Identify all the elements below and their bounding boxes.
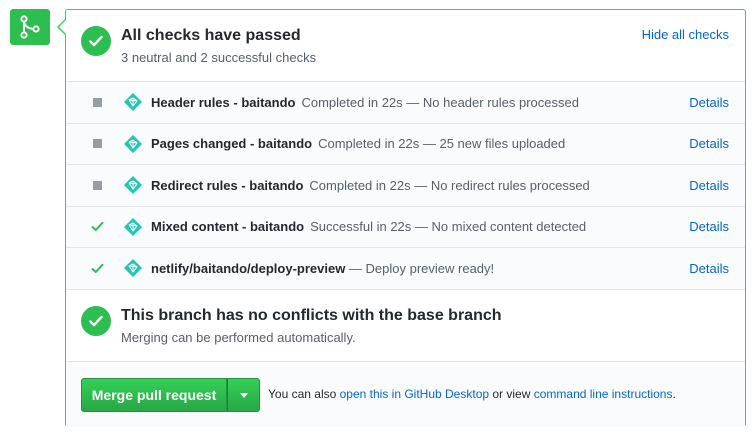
check-row: Redirect rules - baitando Completed in 22…: [66, 165, 745, 207]
details-link[interactable]: Details: [689, 95, 729, 110]
checks-subtitle: 3 neutral and 2 successful checks: [121, 50, 317, 65]
check-description: Completed in 22s — No redirect rules pro…: [309, 177, 590, 193]
neutral-square-icon: [90, 82, 104, 123]
check-text: Redirect rules - baitando Completed in 22…: [151, 178, 590, 193]
merge-note-suffix: .: [672, 387, 676, 401]
neutral-square-icon: [90, 165, 104, 206]
merge-actions: Merge pull request You can also open thi…: [66, 361, 745, 427]
check-name: Mixed content - baitando: [151, 219, 305, 235]
check-row: Pages changed - baitando Completed in 22s…: [66, 123, 745, 165]
check-description: Completed in 22s — No header rules proce…: [301, 94, 579, 110]
check-name: netlify/baitando/deploy-preview: [151, 260, 346, 276]
netlify-logo-icon: [123, 248, 143, 289]
merge-status-panel: All checks have passed 3 neutral and 2 s…: [65, 9, 746, 427]
check-row: netlify/baitando/deploy-preview — Deploy…: [66, 248, 745, 290]
hide-all-checks-link[interactable]: Hide all checks: [642, 27, 729, 42]
check-description: Successful in 22s — No mixed content det…: [310, 219, 587, 235]
conflicts-title: This branch has no conflicts with the ba…: [121, 307, 502, 324]
details-link[interactable]: Details: [689, 178, 729, 193]
panel-pointer-inner: [59, 20, 66, 34]
neutral-square-icon: [90, 124, 104, 165]
check-text: netlify/baitando/deploy-preview — Deploy…: [151, 261, 494, 276]
merge-note-prefix: You can also: [268, 387, 340, 401]
git-merge-icon: [10, 9, 50, 45]
conflicts-subtitle: Merging can be performed automatically.: [121, 330, 356, 345]
netlify-logo-icon: [123, 82, 143, 123]
check-text: Mixed content - baitando Successful in 22…: [151, 219, 586, 234]
merge-options-dropdown[interactable]: [227, 378, 260, 412]
check-row: Header rules - baitando Completed in 22s …: [66, 82, 745, 124]
check-name: Pages changed - baitando: [151, 136, 313, 152]
check-name: Redirect rules - baitando: [151, 177, 304, 193]
open-in-desktop-link[interactable]: open this in GitHub Desktop: [340, 387, 489, 401]
check-text: Pages changed - baitando Completed in 22s…: [151, 136, 565, 151]
check-description: Completed in 22s — 25 new files uploaded: [318, 136, 566, 152]
command-line-instructions-link[interactable]: command line instructions: [534, 387, 673, 401]
check-icon: [90, 248, 104, 289]
merge-pull-request-button[interactable]: Merge pull request: [81, 378, 227, 412]
check-description: — Deploy preview ready!: [345, 260, 495, 276]
details-link[interactable]: Details: [689, 219, 729, 234]
merge-note-middle: or view: [489, 387, 534, 401]
check-text: Header rules - baitando Completed in 22s …: [151, 95, 579, 110]
check-name: Header rules - baitando: [151, 94, 296, 110]
checks-title: All checks have passed: [121, 27, 301, 44]
merge-note: You can also open this in GitHub Desktop…: [268, 387, 676, 401]
chevron-down-icon: [239, 392, 248, 398]
check-icon: [90, 207, 104, 248]
details-link[interactable]: Details: [689, 136, 729, 151]
netlify-logo-icon: [123, 124, 143, 165]
details-link[interactable]: Details: [689, 261, 729, 276]
checks-passed-icon: [81, 26, 111, 56]
checks-list: Header rules - baitando Completed in 22s …: [66, 81, 745, 290]
no-conflicts-icon: [81, 306, 111, 336]
check-row: Mixed content - baitando Successful in 22…: [66, 206, 745, 248]
netlify-logo-icon: [123, 207, 143, 248]
netlify-logo-icon: [123, 165, 143, 206]
